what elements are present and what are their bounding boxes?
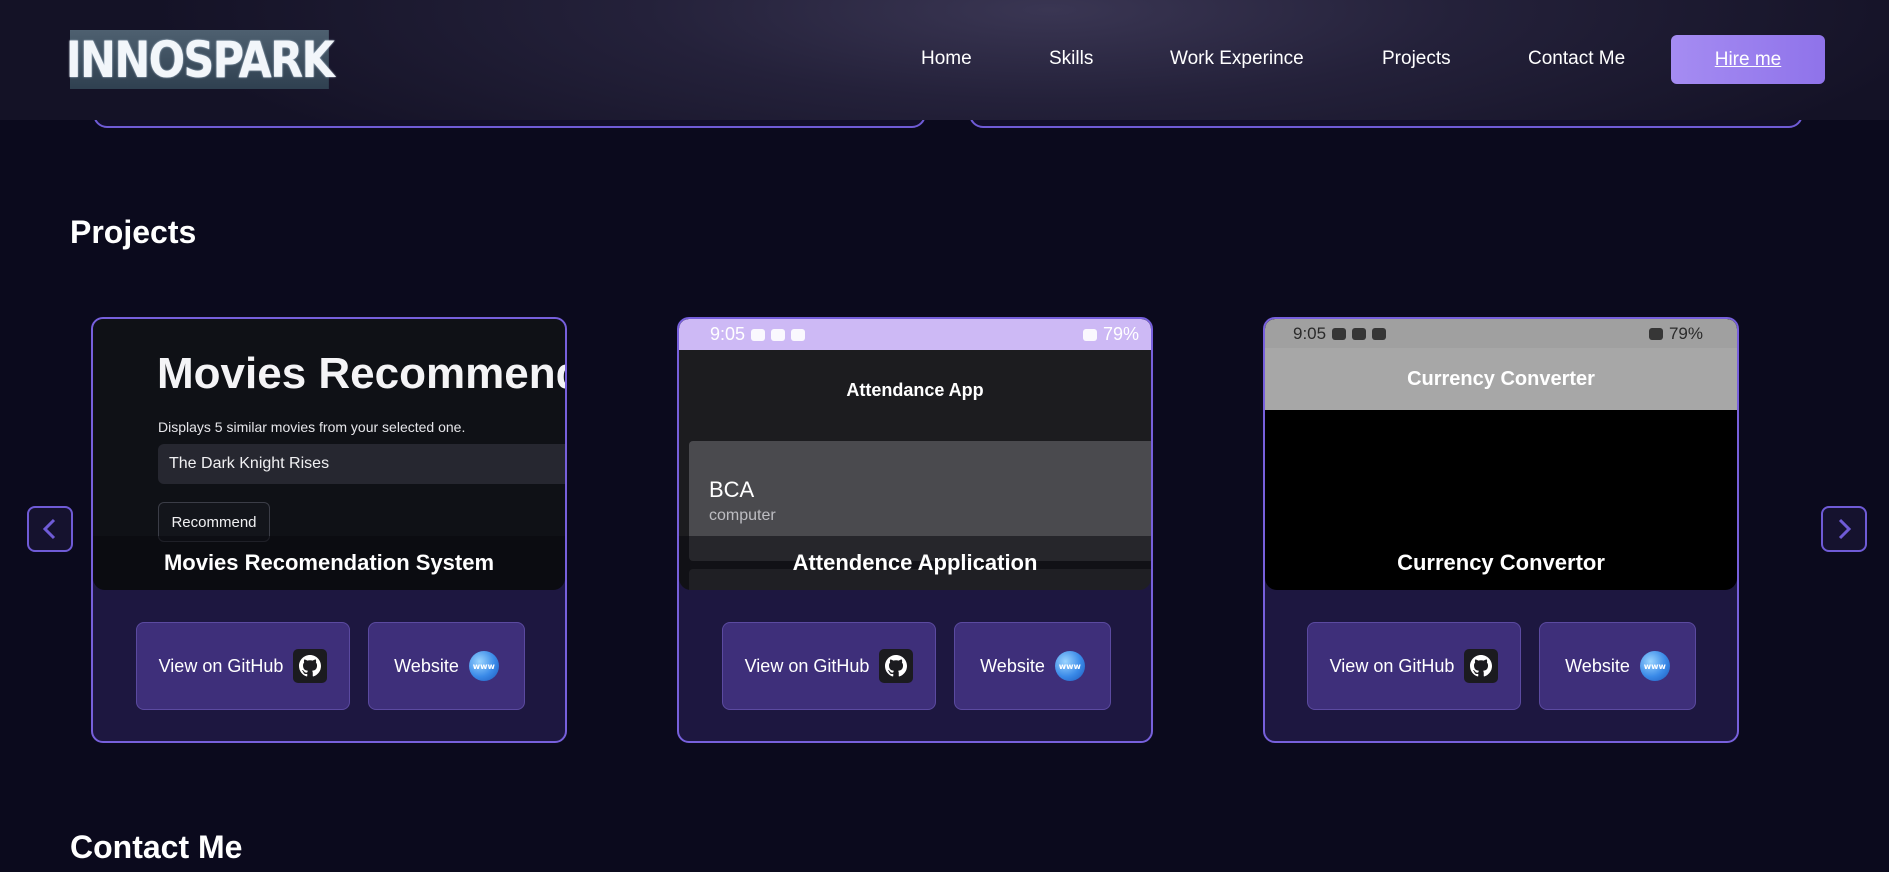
github-button-label: View on GitHub xyxy=(1329,655,1455,676)
signal-icon xyxy=(1082,328,1097,341)
youtube-icon xyxy=(1372,327,1387,340)
project-preview-currency[interactable]: 9:05 79% Currency Converter Currency Con… xyxy=(1265,319,1737,590)
logo[interactable]: INNOSPARK xyxy=(66,30,335,89)
view-on-github-button[interactable]: View on GitHub xyxy=(1307,622,1521,710)
preview-app-title: Currency Converter xyxy=(1265,348,1737,410)
status-battery: 79% xyxy=(1102,324,1139,344)
project-card-currency: 9:05 79% Currency Converter Currency Con… xyxy=(1263,317,1739,743)
contact-me-title: Contact Me xyxy=(70,829,243,865)
website-button-label: Website xyxy=(394,655,459,676)
website-button[interactable]: Website www xyxy=(1539,622,1696,710)
nav-projects[interactable]: Projects xyxy=(1382,48,1451,70)
chevron-right-icon xyxy=(1838,518,1852,540)
project-preview-movies[interactable]: Movies Recommenda Displays 5 similar mov… xyxy=(93,319,565,590)
preview-item-title: BCA xyxy=(709,477,755,502)
github-icon xyxy=(293,649,328,683)
project-caption: Movies Recomendation System xyxy=(93,536,565,590)
website-button[interactable]: Website www xyxy=(954,622,1111,710)
status-time: 9:05 xyxy=(1293,323,1327,343)
website-button-label: Website xyxy=(1565,655,1630,676)
chevron-left-icon xyxy=(42,518,56,540)
preview-heading: Movies Recommenda xyxy=(157,349,565,398)
status-battery: 79% xyxy=(1668,323,1703,343)
youtube-icon xyxy=(791,328,806,341)
github-icon xyxy=(1464,649,1499,683)
view-on-github-button[interactable]: View on GitHub xyxy=(136,622,350,710)
status-time: 9:05 xyxy=(710,324,746,344)
website-button-label: Website xyxy=(980,655,1045,676)
project-card-attendance: 9:05 79% Attendance App BCA computer Att… xyxy=(677,317,1153,743)
view-on-github-button[interactable]: View on GitHub xyxy=(722,622,936,710)
preview-subtitle: Displays 5 similar movies from your sele… xyxy=(158,419,466,435)
github-icon xyxy=(879,649,914,683)
nav-skills[interactable]: Skills xyxy=(1049,48,1093,70)
preview-item-subtitle: computer xyxy=(709,507,776,524)
nav-contact-me[interactable]: Contact Me xyxy=(1528,48,1625,70)
github-button-label: View on GitHub xyxy=(158,655,284,676)
nav-home[interactable]: Home xyxy=(921,48,972,70)
website-button[interactable]: Website www xyxy=(368,622,525,710)
preview-movie-input: The Dark Knight Rises xyxy=(158,444,565,484)
preview-app-title: Attendance App xyxy=(846,380,984,400)
carousel-prev-button[interactable] xyxy=(27,506,73,552)
image-icon xyxy=(1332,327,1347,340)
projects-title: Projects xyxy=(70,214,197,250)
site-header: INNOSPARK Home Skills Work Experince Pro… xyxy=(0,0,1889,120)
project-caption: Currency Convertor xyxy=(1265,536,1737,590)
preview-status-bar: 9:05 79% xyxy=(679,319,1151,350)
nav-work-experience[interactable]: Work Experince xyxy=(1170,48,1304,70)
project-card-movies: Movies Recommenda Displays 5 similar mov… xyxy=(91,317,567,743)
message-icon xyxy=(751,328,766,341)
message-icon xyxy=(1352,327,1367,340)
globe-www-icon: www xyxy=(468,651,499,681)
carousel-next-button[interactable] xyxy=(1821,506,1867,552)
globe-www-icon: www xyxy=(1054,651,1085,681)
youtube-icon xyxy=(771,328,786,341)
signal-icon xyxy=(1648,327,1663,340)
project-preview-attendance[interactable]: 9:05 79% Attendance App BCA computer Att… xyxy=(679,319,1151,590)
hire-me-button[interactable]: Hire me xyxy=(1671,35,1825,84)
project-caption: Attendence Application xyxy=(679,536,1151,590)
globe-www-icon: www xyxy=(1639,651,1670,681)
github-button-label: View on GitHub xyxy=(744,655,870,676)
preview-status-bar: 9:05 79% xyxy=(1265,319,1737,348)
